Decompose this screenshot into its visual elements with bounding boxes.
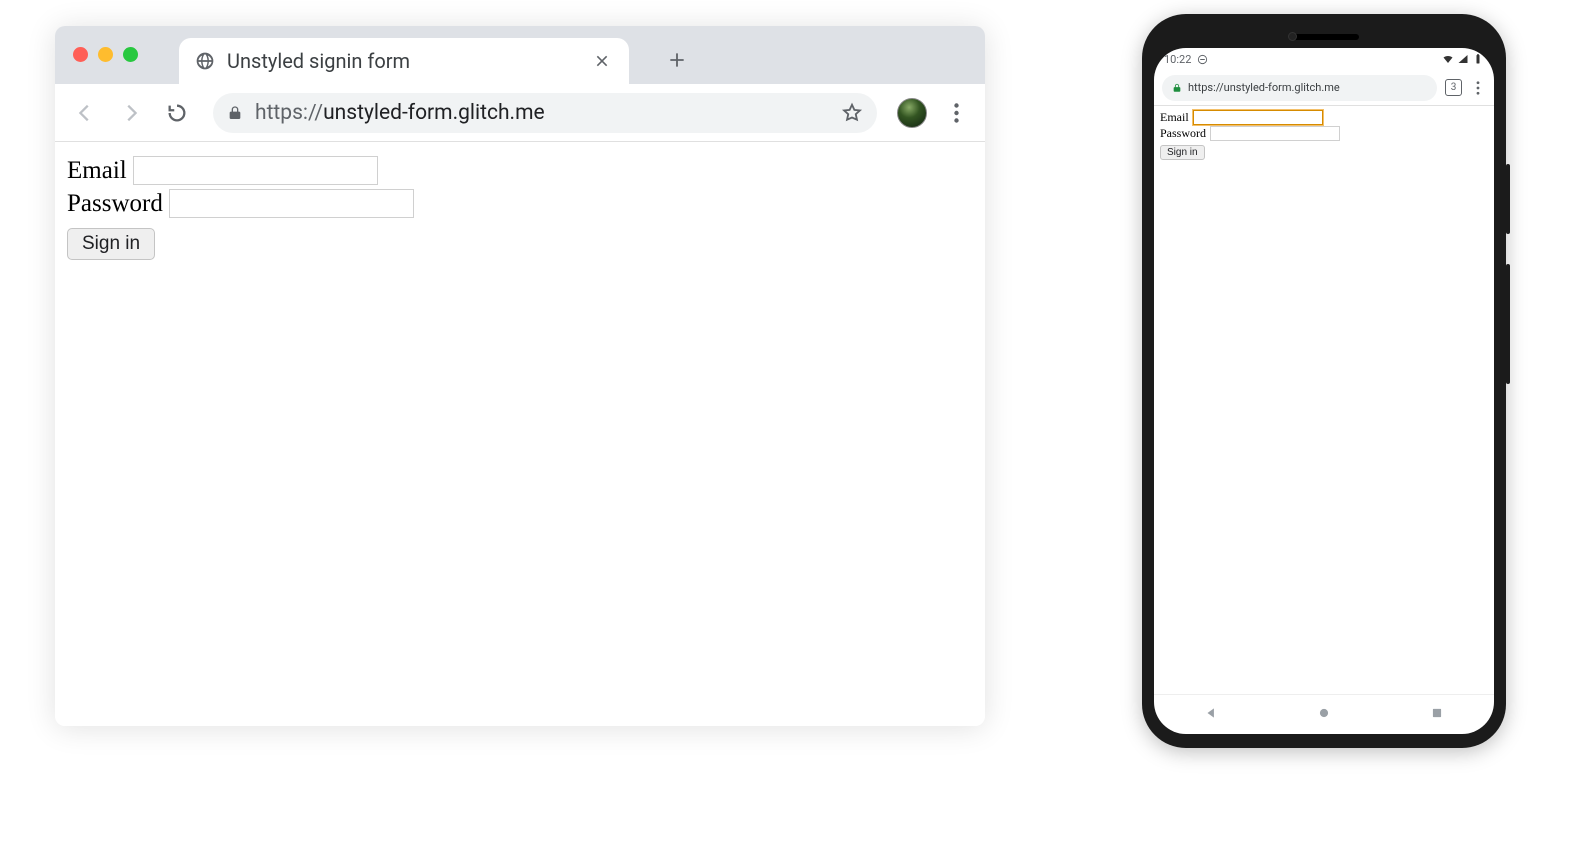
android-back-button[interactable] — [1204, 705, 1218, 724]
password-row: Password — [67, 189, 973, 218]
forward-button[interactable] — [115, 97, 147, 129]
phone-frame: 10:22 ht — [1142, 14, 1506, 748]
phone-side-button — [1506, 264, 1510, 384]
status-left: 10:22 — [1164, 53, 1208, 66]
mobile-page-content: Email Password Sign in — [1154, 106, 1494, 694]
url-scheme: https:// — [255, 101, 323, 125]
android-home-button[interactable] — [1317, 705, 1331, 724]
wifi-icon — [1442, 53, 1454, 65]
window-controls — [73, 47, 138, 62]
password-input[interactable] — [169, 189, 414, 218]
email-input[interactable] — [133, 156, 378, 185]
status-right — [1442, 53, 1484, 65]
mobile-email-input[interactable] — [1193, 110, 1323, 125]
page-content: Email Password Sign in — [55, 142, 985, 726]
mobile-email-row: Email — [1160, 110, 1488, 125]
mobile-address-bar[interactable]: https://unstyled-form.glitch.me — [1162, 75, 1437, 101]
profile-avatar[interactable] — [897, 98, 927, 128]
address-bar[interactable]: https://unstyled-form.glitch.me — [213, 93, 877, 133]
mobile-url-text: https://unstyled-form.glitch.me — [1188, 81, 1340, 94]
url-text: https://unstyled-form.glitch.me — [255, 101, 829, 125]
mobile-signin-button[interactable]: Sign in — [1160, 145, 1205, 160]
android-overview-button[interactable] — [1430, 705, 1444, 724]
lock-icon — [227, 105, 243, 121]
password-label: Password — [67, 190, 163, 218]
mobile-password-label: Password — [1160, 126, 1206, 141]
url-origin: unstyled-form.glitch.me — [323, 101, 545, 125]
browser-toolbar: https://unstyled-form.glitch.me — [55, 84, 985, 142]
signin-button[interactable]: Sign in — [67, 228, 155, 260]
android-status-bar: 10:22 — [1154, 48, 1494, 70]
battery-icon — [1472, 53, 1484, 65]
email-row: Email — [67, 156, 973, 185]
signal-icon — [1457, 53, 1469, 65]
do-not-disturb-icon — [1197, 54, 1208, 65]
minimize-window-button[interactable] — [98, 47, 113, 62]
phone-speaker — [1289, 34, 1359, 40]
tab-title: Unstyled signin form — [227, 49, 579, 73]
mobile-password-input[interactable] — [1210, 126, 1340, 141]
phone-screen: 10:22 ht — [1154, 48, 1494, 734]
new-tab-button[interactable] — [657, 40, 697, 80]
mobile-menu-button[interactable] — [1470, 81, 1486, 95]
mobile-email-label: Email — [1160, 110, 1189, 125]
mobile-password-row: Password — [1160, 126, 1488, 141]
android-nav-bar — [1154, 694, 1494, 734]
bookmark-star-icon[interactable] — [841, 102, 863, 124]
reload-button[interactable] — [161, 97, 193, 129]
tab-strip: Unstyled signin form — [55, 26, 985, 84]
back-button[interactable] — [69, 97, 101, 129]
browser-tab[interactable]: Unstyled signin form — [179, 38, 629, 84]
close-tab-button[interactable] — [591, 50, 613, 72]
tab-switcher-button[interactable]: 3 — [1445, 79, 1462, 96]
status-time: 10:22 — [1164, 53, 1191, 66]
maximize-window-button[interactable] — [123, 47, 138, 62]
browser-menu-button[interactable] — [941, 98, 971, 128]
phone-side-button — [1506, 164, 1510, 234]
phone-camera — [1288, 32, 1297, 41]
tab-count: 3 — [1451, 82, 1457, 93]
lock-icon — [1172, 83, 1182, 93]
email-label: Email — [67, 157, 127, 185]
globe-icon — [195, 51, 215, 71]
close-window-button[interactable] — [73, 47, 88, 62]
mobile-browser-toolbar: https://unstyled-form.glitch.me 3 — [1154, 70, 1494, 106]
desktop-browser-window: Unstyled signin form https://unstyled-fo… — [55, 26, 985, 726]
